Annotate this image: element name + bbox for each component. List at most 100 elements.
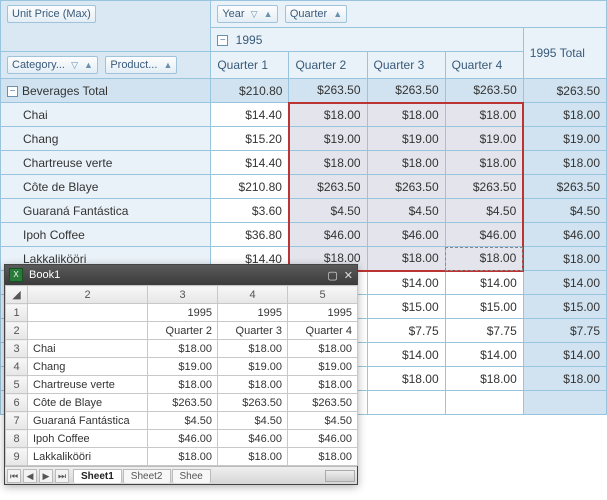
excel-cell[interactable]: $4.50: [148, 412, 218, 430]
collapse-icon[interactable]: −: [7, 86, 18, 97]
column-group-header[interactable]: − 1995: [211, 28, 523, 52]
pivot-cell[interactable]: $263.50: [289, 175, 367, 199]
excel-cell[interactable]: $18.00: [218, 340, 288, 358]
excel-cell[interactable]: Quarter 4: [288, 322, 358, 340]
excel-row-header[interactable]: 4: [6, 358, 28, 376]
quarter-header[interactable]: Quarter 1: [211, 52, 289, 79]
pivot-cell[interactable]: $14.00: [445, 343, 523, 367]
excel-window[interactable]: X Book1 ▢ ✕ ◢2345 11995199519952Quarter …: [4, 264, 358, 485]
pivot-cell[interactable]: $19.00: [367, 127, 445, 151]
excel-cell[interactable]: $263.50: [148, 394, 218, 412]
collapse-icon[interactable]: −: [217, 35, 228, 46]
pivot-total-cell[interactable]: $46.00: [523, 223, 606, 247]
column-field-quarter[interactable]: Quarter ▲: [285, 5, 347, 23]
quarter-header[interactable]: Quarter 4: [445, 52, 523, 79]
excel-cell[interactable]: Quarter 2: [148, 322, 218, 340]
excel-titlebar[interactable]: X Book1 ▢ ✕: [5, 265, 357, 285]
pivot-cell[interactable]: $15.00: [445, 295, 523, 319]
row-header[interactable]: Ipoh Coffee: [1, 223, 211, 247]
excel-cell[interactable]: $19.00: [218, 358, 288, 376]
excel-cell[interactable]: 1995: [288, 304, 358, 322]
pivot-cell[interactable]: $46.00: [367, 223, 445, 247]
pivot-cell[interactable]: $18.00: [445, 151, 523, 175]
nav-last-icon[interactable]: ⏭: [55, 469, 69, 483]
pivot-cell[interactable]: $46.00: [445, 223, 523, 247]
pivot-total-cell[interactable]: $263.50: [523, 79, 606, 103]
pivot-total-cell[interactable]: $7.75: [523, 319, 606, 343]
pivot-cell[interactable]: $19.00: [445, 127, 523, 151]
excel-cell[interactable]: $46.00: [148, 430, 218, 448]
excel-row-header[interactable]: 2: [6, 322, 28, 340]
pivot-cell[interactable]: $18.00: [367, 367, 445, 391]
excel-cell[interactable]: $18.00: [288, 448, 358, 466]
pivot-cell[interactable]: $210.80: [211, 79, 289, 103]
pivot-cell[interactable]: $19.00: [289, 127, 367, 151]
excel-cell[interactable]: Ipoh Coffee: [28, 430, 148, 448]
excel-cell[interactable]: Chang: [28, 358, 148, 376]
select-all-corner[interactable]: ◢: [6, 286, 28, 304]
pivot-cell[interactable]: $7.75: [445, 319, 523, 343]
excel-cell[interactable]: Chai: [28, 340, 148, 358]
pivot-cell[interactable]: $18.00: [445, 247, 523, 271]
excel-cell[interactable]: $18.00: [218, 376, 288, 394]
pivot-total-cell[interactable]: $4.50: [523, 199, 606, 223]
pivot-cell[interactable]: $263.50: [289, 79, 367, 103]
pivot-total-cell[interactable]: $18.00: [523, 103, 606, 127]
excel-cell[interactable]: $263.50: [218, 394, 288, 412]
excel-cell[interactable]: $4.50: [288, 412, 358, 430]
window-restore-icon[interactable]: ▢: [327, 269, 337, 282]
pivot-cell[interactable]: $263.50: [367, 79, 445, 103]
nav-first-icon[interactable]: ⏮: [7, 469, 21, 483]
excel-cell[interactable]: 1995: [218, 304, 288, 322]
row-header[interactable]: Chartreuse verte: [1, 151, 211, 175]
pivot-total-cell[interactable]: $263.50: [523, 175, 606, 199]
window-close-icon[interactable]: ✕: [344, 269, 353, 282]
pivot-total-cell[interactable]: $14.00: [523, 343, 606, 367]
excel-cell[interactable]: $18.00: [148, 448, 218, 466]
excel-cell[interactable]: [28, 322, 148, 340]
excel-row-header[interactable]: 5: [6, 376, 28, 394]
pivot-cell[interactable]: $14.00: [367, 271, 445, 295]
excel-cell[interactable]: 1995: [148, 304, 218, 322]
excel-sheet-tab[interactable]: Shee: [172, 469, 211, 483]
pivot-cell[interactable]: $18.00: [289, 151, 367, 175]
excel-cell[interactable]: $19.00: [288, 358, 358, 376]
excel-cell[interactable]: $46.00: [218, 430, 288, 448]
excel-cell[interactable]: Guaraná Fantástica: [28, 412, 148, 430]
excel-cell[interactable]: $46.00: [288, 430, 358, 448]
pivot-cell[interactable]: $14.40: [211, 103, 289, 127]
pivot-total-cell[interactable]: $15.00: [523, 295, 606, 319]
pivot-cell[interactable]: $263.50: [445, 79, 523, 103]
excel-cell[interactable]: $18.00: [288, 376, 358, 394]
pivot-cell[interactable]: $18.00: [367, 151, 445, 175]
pivot-cell[interactable]: $4.50: [289, 199, 367, 223]
excel-cell[interactable]: Lakkalikööri: [28, 448, 148, 466]
excel-row-header[interactable]: 6: [6, 394, 28, 412]
pivot-cell[interactable]: $263.50: [367, 175, 445, 199]
nav-next-icon[interactable]: ▶: [39, 469, 53, 483]
pivot-cell[interactable]: $210.80: [211, 175, 289, 199]
excel-col-header[interactable]: 3: [148, 286, 218, 304]
row-field-category[interactable]: Category... ▽ ▲: [7, 56, 98, 74]
excel-cell[interactable]: $18.00: [148, 340, 218, 358]
excel-cell[interactable]: $18.00: [218, 448, 288, 466]
pivot-cell[interactable]: $14.40: [211, 151, 289, 175]
pivot-total-cell[interactable]: $19.00: [523, 127, 606, 151]
excel-row-header[interactable]: 7: [6, 412, 28, 430]
pivot-cell[interactable]: $18.00: [289, 103, 367, 127]
pivot-cell[interactable]: $18.00: [445, 103, 523, 127]
pivot-cell[interactable]: $4.50: [367, 199, 445, 223]
quarter-header[interactable]: Quarter 2: [289, 52, 367, 79]
excel-cell[interactable]: $19.00: [148, 358, 218, 376]
row-header[interactable]: Chang: [1, 127, 211, 151]
row-header[interactable]: Chai: [1, 103, 211, 127]
column-field-year[interactable]: Year ▽ ▲: [217, 5, 277, 23]
excel-cell[interactable]: Quarter 3: [218, 322, 288, 340]
pivot-total-cell[interactable]: [523, 391, 606, 415]
pivot-cell[interactable]: [367, 391, 445, 415]
excel-col-header[interactable]: 2: [28, 286, 148, 304]
pivot-total-cell[interactable]: $18.00: [523, 367, 606, 391]
nav-prev-icon[interactable]: ◀: [23, 469, 37, 483]
pivot-cell[interactable]: $7.75: [367, 319, 445, 343]
pivot-cell[interactable]: $15.00: [367, 295, 445, 319]
